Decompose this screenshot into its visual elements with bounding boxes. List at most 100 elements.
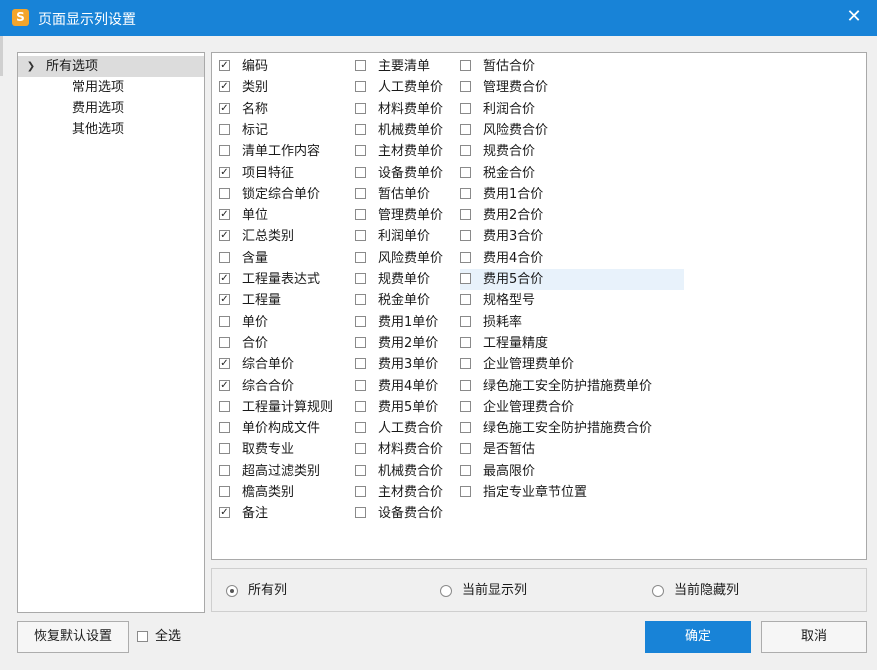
column-option-item[interactable]: 材料费单价 — [355, 99, 455, 120]
column-option-item[interactable]: 工程量计算规则 — [219, 397, 349, 418]
checkbox-unchecked[interactable] — [219, 464, 230, 476]
checkbox-unchecked[interactable] — [355, 123, 366, 135]
checkbox-unchecked[interactable] — [219, 400, 230, 412]
column-option-item[interactable]: 主材费合价 — [355, 482, 455, 503]
column-option-item[interactable]: ✓ 汇总类别 — [219, 226, 349, 247]
checkbox-unchecked[interactable] — [460, 230, 471, 242]
column-option-item[interactable]: 人工费单价 — [355, 77, 455, 98]
column-option-item[interactable]: 是否暂估 — [460, 439, 684, 460]
close-icon[interactable]: ✕ — [845, 7, 863, 27]
column-option-item[interactable]: 费用4合价 — [460, 248, 684, 269]
checkbox-checked[interactable]: ✓ — [219, 507, 230, 519]
checkbox-unchecked[interactable] — [355, 145, 366, 157]
column-option-item[interactable]: 规格型号 — [460, 290, 684, 311]
column-option-item[interactable]: 风险费单价 — [355, 248, 455, 269]
column-option-item[interactable]: 企业管理费合价 — [460, 397, 684, 418]
checkbox-unchecked[interactable] — [355, 166, 366, 178]
checkbox-checked[interactable]: ✓ — [219, 294, 230, 306]
column-option-item[interactable]: 人工费合价 — [355, 418, 455, 439]
checkbox-unchecked[interactable] — [355, 81, 366, 93]
column-option-item[interactable]: 利润单价 — [355, 226, 455, 247]
checkbox-unchecked[interactable] — [219, 486, 230, 497]
column-option-item[interactable]: 费用3合价 — [460, 226, 684, 247]
column-option-item[interactable]: 费用1合价 — [460, 184, 684, 205]
column-option-item[interactable]: 暂估合价 — [460, 56, 684, 77]
checkbox-unchecked[interactable] — [460, 358, 471, 370]
checkbox-checked[interactable]: ✓ — [219, 166, 230, 178]
checkbox-unchecked[interactable] — [460, 102, 471, 114]
column-option-item[interactable]: 费用2单价 — [355, 333, 455, 354]
checkbox-unchecked[interactable] — [460, 315, 471, 327]
ok-button[interactable]: 确定 — [645, 621, 751, 653]
checkbox-unchecked[interactable] — [219, 422, 230, 434]
column-option-item[interactable]: 机械费单价 — [355, 120, 455, 141]
checkbox-unchecked[interactable] — [460, 123, 471, 135]
checkbox-checked[interactable]: ✓ — [219, 81, 230, 93]
column-option-item[interactable]: 清单工作内容 — [219, 141, 349, 162]
checkbox-unchecked[interactable] — [219, 443, 230, 455]
column-option-item[interactable]: ✓ 项目特征 — [219, 163, 349, 184]
checkbox[interactable] — [137, 631, 148, 642]
checkbox-unchecked[interactable] — [355, 422, 366, 434]
checkbox-unchecked[interactable] — [355, 358, 366, 370]
column-option-item[interactable]: 费用4单价 — [355, 376, 455, 397]
column-option-item[interactable]: 费用2合价 — [460, 205, 684, 226]
radio-indicator[interactable] — [226, 585, 238, 597]
column-option-item[interactable]: 取费专业 — [219, 439, 349, 460]
radio-indicator[interactable] — [652, 585, 664, 597]
checkbox-unchecked[interactable] — [355, 60, 366, 71]
checkbox-unchecked[interactable] — [460, 336, 471, 348]
column-option-item[interactable]: 合价 — [219, 333, 349, 354]
column-option-item[interactable]: 费用3单价 — [355, 354, 455, 375]
column-option-item[interactable]: 费用1单价 — [355, 312, 455, 333]
restore-defaults-button[interactable]: 恢复默认设置 — [17, 621, 129, 653]
checkbox-unchecked[interactable] — [355, 507, 366, 519]
column-option-item[interactable]: 设备费单价 — [355, 163, 455, 184]
column-option-item[interactable]: 机械费合价 — [355, 461, 455, 482]
column-option-item[interactable]: 超高过滤类别 — [219, 461, 349, 482]
checkbox-checked[interactable]: ✓ — [219, 60, 230, 71]
checkbox-unchecked[interactable] — [355, 209, 366, 221]
checkbox-checked[interactable]: ✓ — [219, 273, 230, 284]
column-option-item[interactable]: 费用5合价 — [460, 269, 684, 290]
column-option-item[interactable]: ✓ 编码 — [219, 56, 349, 77]
column-option-item[interactable]: ✓ 综合单价 — [219, 354, 349, 375]
column-option-item[interactable]: 含量 — [219, 248, 349, 269]
checkbox-unchecked[interactable] — [219, 145, 230, 157]
column-option-item[interactable]: 税金合价 — [460, 163, 684, 184]
column-option-item[interactable]: 绿色施工安全防护措施费合价 — [460, 418, 684, 439]
checkbox-checked[interactable]: ✓ — [219, 230, 230, 242]
column-option-item[interactable]: 损耗率 — [460, 312, 684, 333]
checkbox-checked[interactable]: ✓ — [219, 102, 230, 114]
checkbox-unchecked[interactable] — [460, 273, 471, 284]
checkbox-unchecked[interactable] — [460, 145, 471, 157]
checkbox-unchecked[interactable] — [355, 315, 366, 327]
column-option-item[interactable]: ✓ 备注 — [219, 503, 349, 524]
checkbox-unchecked[interactable] — [460, 294, 471, 306]
column-option-item[interactable]: 锁定综合单价 — [219, 184, 349, 205]
column-option-item[interactable]: 管理费单价 — [355, 205, 455, 226]
checkbox-unchecked[interactable] — [355, 400, 366, 412]
column-option-item[interactable]: 最高限价 — [460, 461, 684, 482]
checkbox-unchecked[interactable] — [219, 123, 230, 135]
column-option-item[interactable]: 风险费合价 — [460, 120, 684, 141]
checkbox-unchecked[interactable] — [355, 273, 366, 284]
checkbox-unchecked[interactable] — [355, 464, 366, 476]
column-option-item[interactable]: 指定专业章节位置 — [460, 482, 684, 503]
radio-indicator[interactable] — [440, 585, 452, 597]
column-option-item[interactable]: 标记 — [219, 120, 349, 141]
column-option-item[interactable]: ✓ 名称 — [219, 99, 349, 120]
checkbox-unchecked[interactable] — [355, 251, 366, 263]
checkbox-unchecked[interactable] — [355, 336, 366, 348]
column-option-item[interactable]: 绿色施工安全防护措施费单价 — [460, 376, 684, 397]
checkbox-checked[interactable]: ✓ — [219, 209, 230, 221]
checkbox-unchecked[interactable] — [355, 187, 366, 199]
column-option-item[interactable]: 材料费合价 — [355, 439, 455, 460]
checkbox-unchecked[interactable] — [460, 209, 471, 221]
checkbox-unchecked[interactable] — [460, 464, 471, 476]
cancel-button[interactable]: 取消 — [761, 621, 867, 653]
column-option-item[interactable]: 规费合价 — [460, 141, 684, 162]
checkbox-unchecked[interactable] — [460, 400, 471, 412]
checkbox-unchecked[interactable] — [219, 187, 230, 199]
tree-item-all-options[interactable]: ❯ 所有选项 — [18, 56, 204, 77]
